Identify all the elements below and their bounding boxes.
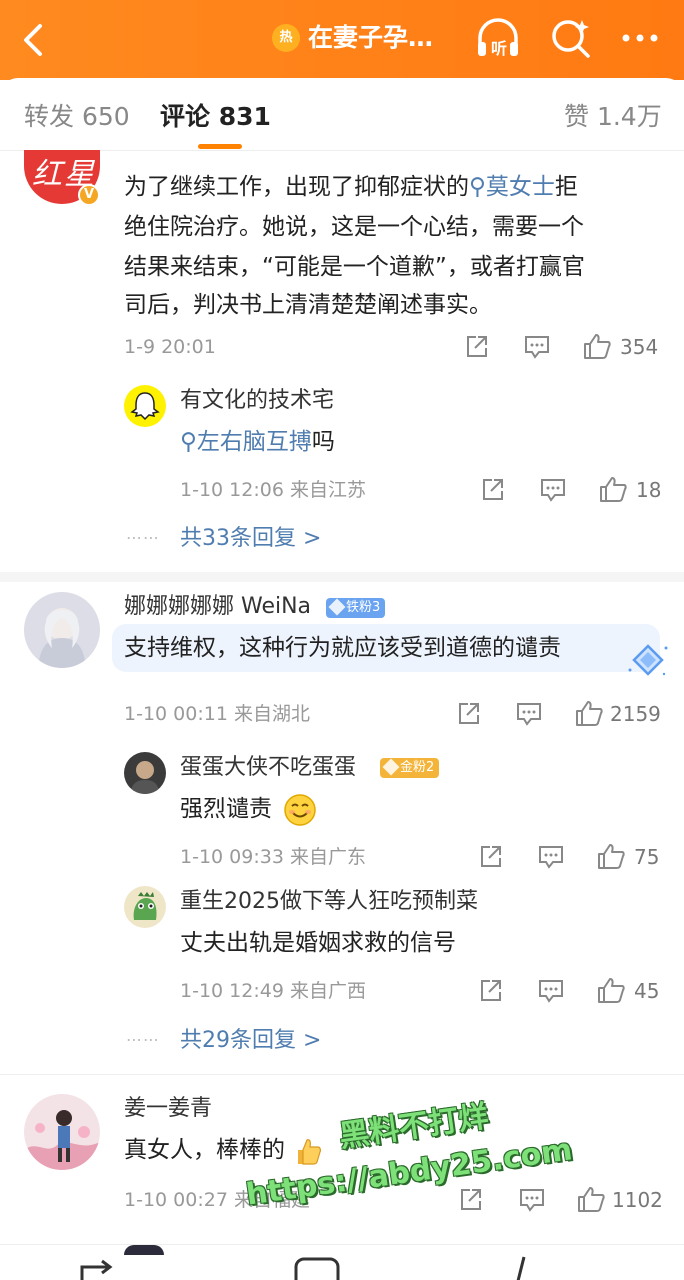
headphones-icon[interactable]: 听 [474,16,522,60]
comment-text-line: 司后，判决书上清清楚楚阐述事实。 [124,292,492,318]
search-link[interactable]: ⚲莫女士 [469,174,555,200]
like-count: 75 [634,845,660,869]
like-icon[interactable] [506,1251,536,1280]
diamond-icon [382,758,400,776]
reply-text: 强烈谴责 [180,789,317,829]
avatar[interactable] [24,1094,100,1170]
divider [0,1074,684,1075]
thumbs-up-emoji-icon [298,1138,322,1165]
comment-author[interactable]: 姜一姜青 [124,1094,212,1124]
like-icon[interactable] [596,842,626,870]
search-icon[interactable] [548,16,596,60]
comment-meta: 1-10 00:11 来自湖北 [124,703,310,725]
comment-text: 真女人，棒棒的 [124,1130,322,1170]
comment-icon[interactable] [294,1255,340,1280]
comment-icon[interactable] [518,1187,546,1213]
avatar[interactable] [124,886,166,928]
like-icon[interactable] [598,475,628,503]
comment-icon[interactable] [537,978,565,1004]
repost-icon[interactable] [78,1253,124,1280]
comment-icon[interactable] [523,334,551,360]
diamond-icon [328,598,346,616]
like-count: 354 [620,335,659,359]
tab-repost[interactable]: 转发 650 [24,100,130,134]
bottom-toolbar [0,1244,684,1280]
share-icon[interactable] [478,978,504,1004]
share-icon[interactable] [480,477,506,503]
reply-author[interactable]: 重生2025做下等人狂吃预制菜 [180,887,478,917]
top-bar: 热 在妻子孕… 听 [0,0,684,80]
comment-icon[interactable] [537,844,565,870]
search-link[interactable]: ⚲左右脑互搏 [180,429,312,455]
more-replies-link[interactable]: 共33条回复 > [180,524,321,554]
reply-author[interactable]: 蛋蛋大侠不吃蛋蛋 [180,753,356,783]
reply-text: 丈夫出轨是婚姻求救的信号 [180,930,456,956]
tab-comments[interactable]: 评论 831 [160,100,271,134]
share-icon[interactable] [478,844,504,870]
reply-meta: 1-10 12:06 来自江苏 [180,479,366,501]
comment-text-line: 结果来结束，“可能是一个道歉”，或者打赢官 [124,254,585,280]
comment-text: 为了继续工作，出现了抑郁症状的⚲莫女士拒 [124,174,578,200]
like-icon[interactable] [596,976,626,1004]
comment-text: 支持维权，这种行为就应该受到道德的谴责 [124,635,561,661]
reply-text: ⚲左右脑互搏吗 [180,429,335,455]
page-title[interactable]: 在妻子孕… [308,20,433,56]
like-icon[interactable] [574,699,604,727]
like-icon[interactable] [582,332,612,360]
active-tab-indicator [198,144,242,149]
more-replies-link[interactable]: 共29条回复 > [180,1026,321,1056]
avatar[interactable] [124,385,166,427]
hot-badge: 热 [272,24,300,52]
reply-meta: 1-10 12:49 来自广西 [180,980,366,1002]
diamond-decoration-icon [628,644,668,676]
divider [0,150,684,151]
share-icon[interactable] [464,334,490,360]
like-count: 45 [634,979,660,1003]
fan-badge: 金粉2 [380,758,440,778]
comment-icon[interactable] [515,701,543,727]
share-icon[interactable] [456,701,482,727]
reply-author[interactable]: 有文化的技术宅 [180,386,334,416]
share-icon[interactable] [458,1187,484,1213]
like-count: 18 [636,478,662,502]
more-icon[interactable] [616,16,664,60]
comment-icon[interactable] [539,477,567,503]
like-count: 1102 [612,1188,663,1212]
comment-text-line: 绝住院治疗。她说，这是一个心结，需要一个 [124,214,584,240]
tab-bar: 转发 650 评论 831 赞 1.4万 [0,78,684,150]
verified-badge: V [78,184,100,206]
avatar[interactable] [124,1245,164,1255]
like-count: 2159 [610,702,661,726]
svg-text:红: 红 [32,157,66,192]
back-icon[interactable] [18,20,50,60]
tab-likes[interactable]: 赞 1.4万 [564,100,662,134]
smile-emoji-icon [284,793,317,826]
avatar[interactable] [124,752,166,794]
svg-text:听: 听 [491,39,507,58]
comment-author[interactable]: 娜娜娜娜娜 WeiNa [124,592,311,622]
comment-time: 1-9 20:01 [124,336,216,358]
section-divider [0,572,684,582]
reply-dots: ⋯⋯ [126,528,160,547]
reply-meta: 1-10 09:33 来自广东 [180,846,366,868]
avatar[interactable] [24,592,100,668]
fan-badge: 铁粉3 [326,598,386,618]
reply-dots: ⋯⋯ [126,1030,160,1049]
like-icon[interactable] [576,1185,606,1213]
